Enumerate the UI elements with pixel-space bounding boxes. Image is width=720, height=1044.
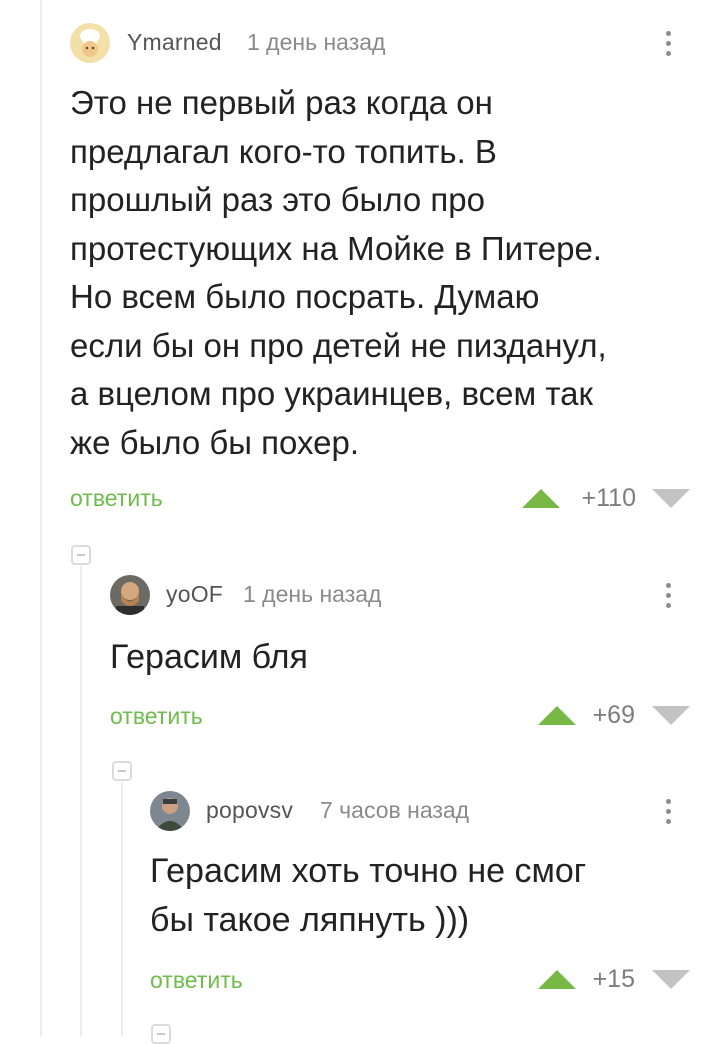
reply-button[interactable]: ответить	[110, 703, 203, 730]
comment-header: popovsv 7 часов назад	[150, 791, 720, 831]
comment-body: Это не первый раз когда он предлагал ког…	[70, 84, 607, 461]
thread-line-level-1	[80, 566, 82, 1036]
collapse-thread-button[interactable]	[112, 761, 132, 781]
upvote-icon[interactable]	[522, 489, 560, 508]
comment-timestamp: 1 день назад	[243, 581, 382, 607]
collapse-thread-button[interactable]	[151, 1024, 171, 1044]
comment-score: +110	[581, 484, 636, 512]
comment-timestamp: 7 часов назад	[320, 797, 470, 823]
thread-line-level-2	[121, 782, 123, 1036]
comment-username[interactable]: popovsv	[206, 797, 293, 824]
reply-button[interactable]: ответить	[150, 967, 243, 994]
comment-header: yoOF 1 день назад	[110, 575, 720, 615]
comment: popovsv 7 часов назад Герасим хоть точно…	[150, 791, 720, 1001]
more-options-icon[interactable]	[660, 23, 676, 63]
reply-button[interactable]: ответить	[70, 485, 163, 512]
comment-username[interactable]: yoOF	[166, 581, 223, 608]
collapse-thread-button[interactable]	[71, 545, 91, 565]
more-options-icon[interactable]	[660, 575, 676, 615]
thread-line-level-0	[40, 0, 42, 1036]
comment: Ymarned 1 день назад Это не первый раз к…	[70, 23, 720, 523]
comment-body: Герасим бля	[110, 638, 308, 676]
comment-body: Герасим хоть точно не смог бы такое ляпн…	[150, 852, 587, 939]
downvote-icon[interactable]	[652, 970, 690, 989]
more-options-icon[interactable]	[660, 791, 676, 831]
chef-avatar-icon[interactable]	[70, 23, 110, 63]
downvote-icon[interactable]	[652, 489, 690, 508]
comment-score: +15	[592, 965, 635, 993]
downvote-icon[interactable]	[652, 706, 690, 725]
comment-header: Ymarned 1 день назад	[70, 23, 720, 63]
user-photo-avatar[interactable]	[110, 575, 150, 615]
comment-timestamp: 1 день назад	[247, 29, 386, 55]
comment: yoOF 1 день назад Герасим бля ответить +…	[110, 575, 720, 735]
user-photo-avatar[interactable]	[150, 791, 190, 831]
comment-username[interactable]: Ymarned	[127, 29, 222, 56]
comment-score: +69	[592, 701, 635, 729]
